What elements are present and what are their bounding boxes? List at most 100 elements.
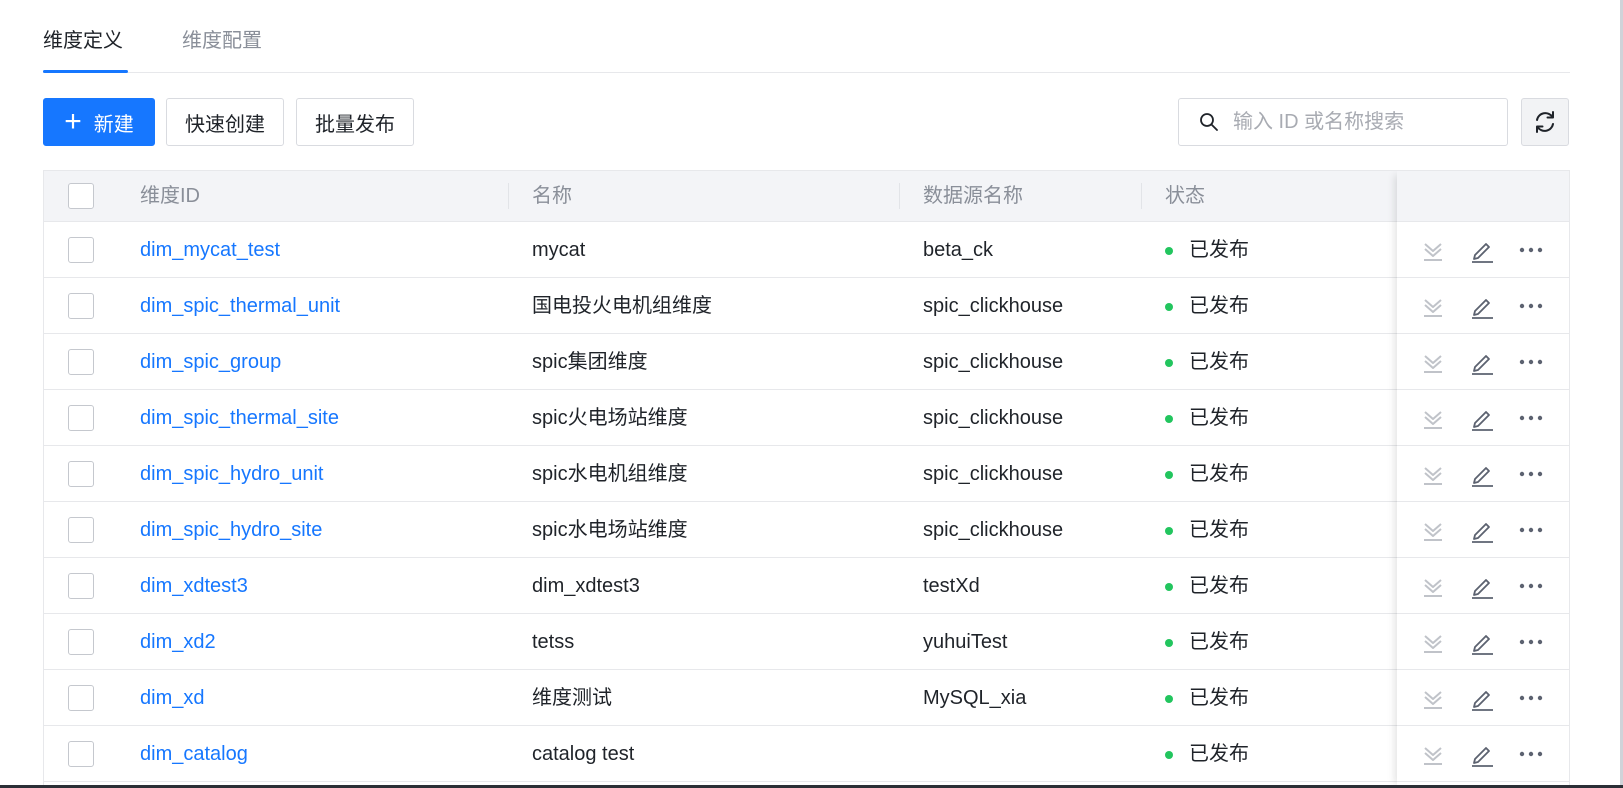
more-icon[interactable] <box>1517 404 1545 432</box>
datasource-name: yuhuiTest <box>923 631 1008 653</box>
batch-publish-button[interactable]: 批量发布 <box>296 98 414 146</box>
select-all-checkbox[interactable] <box>68 183 94 209</box>
more-icon[interactable] <box>1517 236 1545 264</box>
new-button[interactable]: + 新建 <box>43 98 155 146</box>
column-header-name[interactable]: 名称 <box>532 171 572 221</box>
dimension-id-link[interactable]: dim_xdtest3 <box>140 558 248 614</box>
edit-icon[interactable] <box>1468 628 1496 656</box>
offline-icon[interactable] <box>1419 740 1447 768</box>
edit-icon[interactable] <box>1468 516 1496 544</box>
row-checkbox[interactable] <box>68 405 94 431</box>
row-actions <box>1397 334 1569 390</box>
batch-publish-label: 批量发布 <box>315 113 395 136</box>
edit-icon[interactable] <box>1468 572 1496 600</box>
status-dot <box>1165 247 1173 255</box>
offline-icon[interactable] <box>1419 404 1447 432</box>
offline-icon[interactable] <box>1419 292 1447 320</box>
status-text: 已发布 <box>1189 687 1249 709</box>
dimension-name: dim_xdtest3 <box>532 575 640 597</box>
more-icon[interactable] <box>1517 684 1545 712</box>
dimension-id-link[interactable]: dim_catalog <box>140 726 248 782</box>
offline-icon[interactable] <box>1419 348 1447 376</box>
table-row[interactable]: dim_spic_hydro_site spic水电场站维度 spic_clickh… <box>44 502 1569 558</box>
edit-icon[interactable] <box>1468 740 1496 768</box>
row-checkbox[interactable] <box>68 573 94 599</box>
table-row[interactable]: dim_xd 维度测试 MySQL_xia 已发布 <box>44 670 1569 726</box>
row-checkbox[interactable] <box>68 237 94 263</box>
status-text: 已发布 <box>1189 407 1249 429</box>
offline-icon[interactable] <box>1419 236 1447 264</box>
dimension-id-link[interactable]: dim_xd2 <box>140 614 216 670</box>
row-checkbox[interactable] <box>68 685 94 711</box>
dimension-table: 维度ID 名称 数据源名称 状态 dim_mycat_test mycat beta… <box>43 170 1570 788</box>
more-icon[interactable] <box>1517 348 1545 376</box>
dimension-id-link[interactable]: dim_spic_thermal_unit <box>140 278 340 334</box>
status-dot <box>1165 527 1173 535</box>
dimension-id-link[interactable]: dim_spic_hydro_site <box>140 502 322 558</box>
more-icon[interactable] <box>1517 572 1545 600</box>
more-icon[interactable] <box>1517 292 1545 320</box>
status-text: 已发布 <box>1189 239 1249 261</box>
actions-column-header <box>1397 171 1569 222</box>
table-row[interactable]: dim_spic_thermal_unit 国电投火电机组维度 spic_click… <box>44 278 1569 334</box>
column-header-status[interactable]: 状态 <box>1165 171 1205 221</box>
dimension-name: spic集团维度 <box>532 351 648 373</box>
table-row[interactable]: dim_mycat_test mycat beta_ck 已发布 <box>44 222 1569 278</box>
dimension-id-link[interactable]: dim_mycat_test <box>140 222 280 278</box>
active-tab-indicator <box>43 70 128 73</box>
edit-icon[interactable] <box>1468 684 1496 712</box>
search-input[interactable] <box>1233 110 1473 134</box>
search-icon <box>1200 113 1218 131</box>
row-actions <box>1397 502 1569 558</box>
search-box <box>1178 98 1508 146</box>
more-icon[interactable] <box>1517 628 1545 656</box>
refresh-button[interactable] <box>1521 98 1569 146</box>
row-checkbox[interactable] <box>68 293 94 319</box>
table-row[interactable]: dim_spic_thermal_site spic火电场站维度 spic_clic… <box>44 390 1569 446</box>
table-row[interactable]: dim_xdtest3 dim_xdtest3 testXd 已发布 <box>44 558 1569 614</box>
more-icon[interactable] <box>1517 460 1545 488</box>
table-row[interactable]: dim_spic_hydro_unit spic水电机组维度 spic_clickh… <box>44 446 1569 502</box>
table-row[interactable]: dim_catalog catalog test 已发布 <box>44 726 1569 782</box>
row-checkbox[interactable] <box>68 349 94 375</box>
new-button-label: 新建 <box>93 113 134 136</box>
datasource-name: spic_clickhouse <box>923 351 1064 373</box>
dimension-name: spic水电场站维度 <box>532 519 688 541</box>
more-icon[interactable] <box>1517 516 1545 544</box>
quick-create-button[interactable]: 快速创建 <box>166 98 284 146</box>
tab-dimension-definition[interactable]: 维度定义 <box>43 27 123 55</box>
status-text: 已发布 <box>1189 351 1249 373</box>
dimension-id-link[interactable]: dim_xd <box>140 670 204 726</box>
offline-icon[interactable] <box>1419 628 1447 656</box>
row-checkbox[interactable] <box>68 741 94 767</box>
offline-icon[interactable] <box>1419 684 1447 712</box>
dimension-id-link[interactable]: dim_spic_group <box>140 334 281 390</box>
status-text: 已发布 <box>1189 575 1249 597</box>
column-header-datasource[interactable]: 数据源名称 <box>923 171 1023 221</box>
row-checkbox[interactable] <box>68 461 94 487</box>
table-row[interactable]: dim_spic_group spic集团维度 spic_clickhouse 已发布 <box>44 334 1569 390</box>
offline-icon[interactable] <box>1419 516 1447 544</box>
dimension-id-link[interactable]: dim_spic_hydro_unit <box>140 446 323 502</box>
more-icon[interactable] <box>1517 740 1545 768</box>
row-checkbox[interactable] <box>68 517 94 543</box>
row-checkbox[interactable] <box>68 629 94 655</box>
offline-icon[interactable] <box>1419 460 1447 488</box>
edit-icon[interactable] <box>1468 404 1496 432</box>
offline-icon[interactable] <box>1419 572 1447 600</box>
dimension-name: spic水电机组维度 <box>532 463 688 485</box>
edit-icon[interactable] <box>1468 460 1496 488</box>
row-actions <box>1397 278 1569 334</box>
tab-dimension-config[interactable]: 维度配置 <box>182 27 262 55</box>
edit-icon[interactable] <box>1468 236 1496 264</box>
table-row[interactable]: dim_xd2 tetss yuhuiTest 已发布 <box>44 614 1569 670</box>
dimension-name: mycat <box>532 239 586 261</box>
column-header-id[interactable]: 维度ID <box>140 171 200 221</box>
edit-icon[interactable] <box>1468 348 1496 376</box>
column-divider <box>1141 183 1142 209</box>
edit-icon[interactable] <box>1468 292 1496 320</box>
status-dot <box>1165 415 1173 423</box>
tab-bar: 维度定义 维度配置 <box>43 0 1570 73</box>
actions-column <box>1397 171 1569 788</box>
dimension-id-link[interactable]: dim_spic_thermal_site <box>140 390 339 446</box>
